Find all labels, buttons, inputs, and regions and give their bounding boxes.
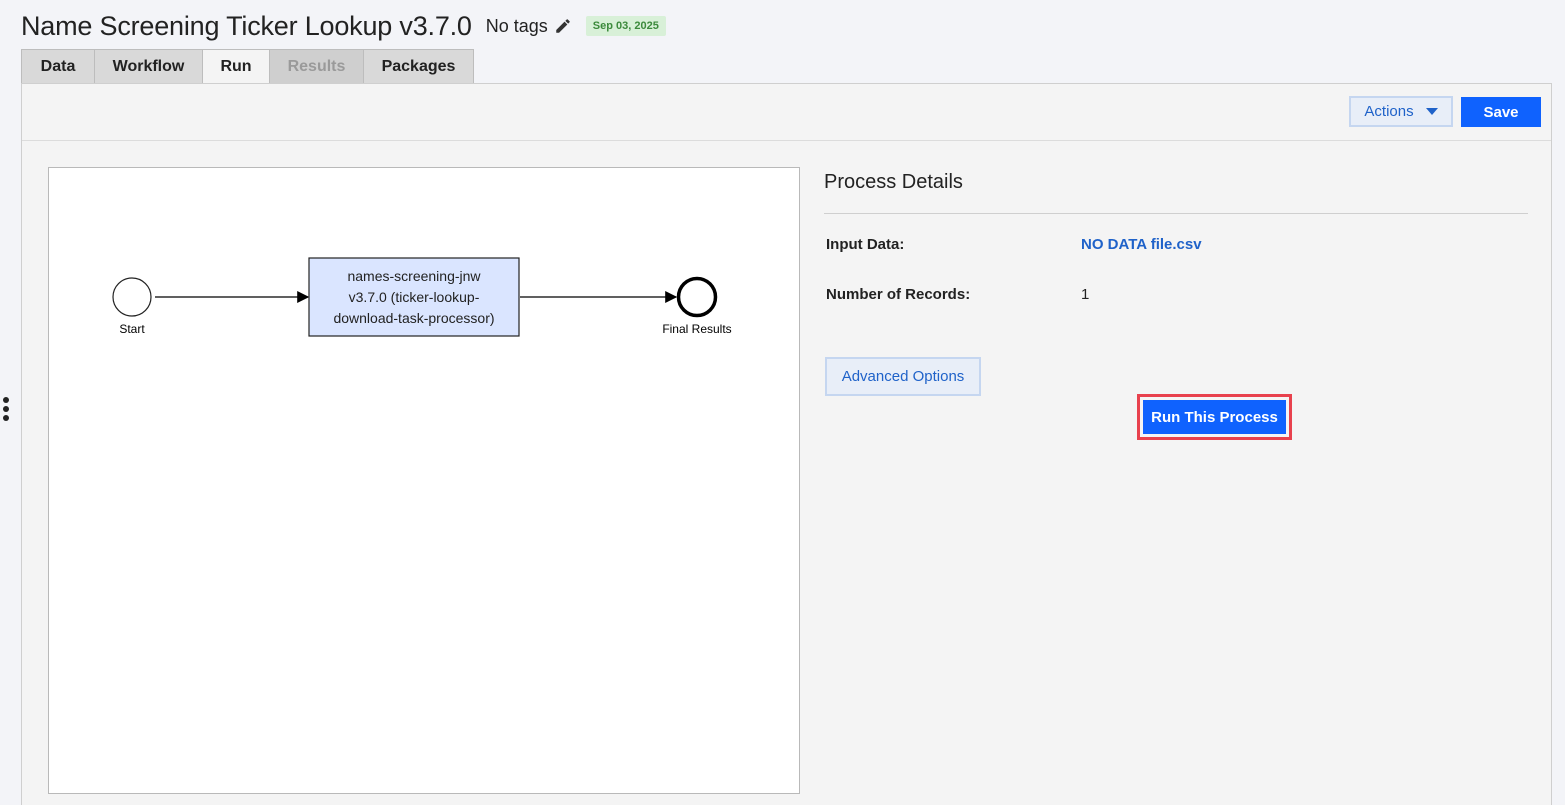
records-label: Number of Records: <box>826 286 971 303</box>
start-label: Start <box>119 322 145 336</box>
task-label-line-2: v3.7.0 (ticker-lookup- <box>349 289 480 305</box>
run-process-button[interactable]: Run This Process <box>1143 400 1286 434</box>
pencil-icon[interactable] <box>554 17 572 35</box>
workflow-diagram: Start names-screening-jnw v3.7.0 (ticker… <box>48 167 800 794</box>
end-event-node[interactable] <box>676 276 718 318</box>
page-title: Name Screening Ticker Lookup v3.7.0 <box>21 10 472 41</box>
more-vert-icon[interactable] <box>3 397 11 423</box>
tags-area[interactable]: No tags <box>486 16 572 37</box>
page-header: Name Screening Ticker Lookup v3.7.0 No t… <box>21 8 666 44</box>
diagram-svg: Start names-screening-jnw v3.7.0 (ticker… <box>112 257 732 337</box>
run-panel: Actions Save Start names-screening-jnw v… <box>21 83 1552 805</box>
toolbar: Actions Save <box>22 84 1551 141</box>
tab-results: Results <box>269 49 363 84</box>
task-label-line-3: download-task-processor) <box>333 310 494 326</box>
tab-run[interactable]: Run <box>202 49 269 84</box>
run-process-highlight: Run This Process <box>1137 394 1292 440</box>
process-details: Process Details Input Data: NO DATA file… <box>824 167 1528 440</box>
save-button[interactable]: Save <box>1461 97 1541 127</box>
end-label: Final Results <box>662 322 731 336</box>
details-divider <box>824 213 1528 214</box>
task-label-line-1: names-screening-jnw <box>347 268 481 284</box>
tags-label: No tags <box>485 15 548 36</box>
date-badge: Sep 03, 2025 <box>585 16 666 36</box>
start-event-node[interactable] <box>112 277 152 317</box>
actions-label: Actions <box>1364 103 1414 120</box>
actions-button[interactable]: Actions <box>1349 96 1453 127</box>
advanced-options-button[interactable]: Advanced Options <box>825 357 981 396</box>
input-data-link[interactable]: NO DATA file.csv <box>1081 236 1202 253</box>
tab-data[interactable]: Data <box>21 49 94 84</box>
input-data-label: Input Data: <box>826 236 905 253</box>
caret-down-icon <box>1425 108 1438 115</box>
tab-bar: Data Workflow Run Results Packages <box>21 49 474 84</box>
tab-packages[interactable]: Packages <box>363 49 474 84</box>
tab-workflow[interactable]: Workflow <box>94 49 202 84</box>
records-value: 1 <box>1081 286 1090 303</box>
details-title: Process Details <box>824 171 963 193</box>
